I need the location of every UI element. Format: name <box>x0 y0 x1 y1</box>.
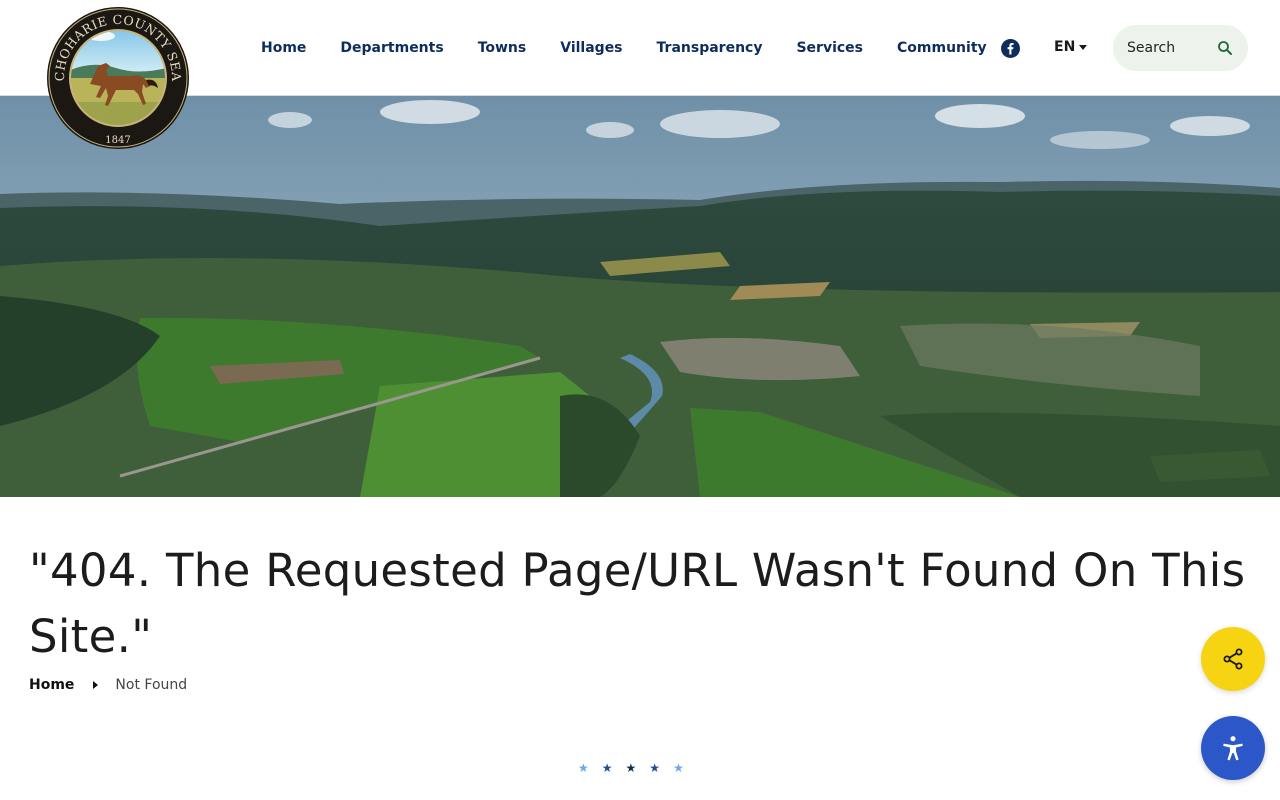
site-header: Home Departments Towns Villages Transpar… <box>0 0 1280 96</box>
search-field[interactable]: Search <box>1113 25 1248 71</box>
breadcrumb-current: Not Found <box>115 677 188 693</box>
caret-down-icon <box>1079 44 1088 50</box>
star-icon: ★ <box>578 761 589 775</box>
seal-year: 1847 <box>105 135 130 146</box>
nav-community[interactable]: Community <box>897 40 987 56</box>
page-title: "404. The Requested Page/URL Wasn't Foun… <box>29 544 1246 663</box>
share-icon <box>1223 648 1243 670</box>
star-icon: ★ <box>649 761 661 775</box>
star-icon: ★ <box>673 761 684 775</box>
search-icon[interactable] <box>1216 39 1234 57</box>
language-label: EN <box>1054 39 1076 55</box>
county-seal-logo[interactable]: SCHOHARIE COUNTY SEAL 1847 <box>46 6 190 150</box>
nav-departments[interactable]: Departments <box>340 40 443 56</box>
main-nav: Home Departments Towns Villages Transpar… <box>244 0 1004 96</box>
star-icon: ★ <box>601 761 613 775</box>
facebook-icon[interactable] <box>1001 39 1020 58</box>
breadcrumb-home-link[interactable]: Home <box>29 677 74 693</box>
nav-villages[interactable]: Villages <box>560 40 622 56</box>
nav-transparency[interactable]: Transparency <box>657 40 763 56</box>
nav-towns[interactable]: Towns <box>478 40 527 56</box>
hero-landscape-image <box>0 96 1280 497</box>
caret-right-icon <box>93 681 99 689</box>
nav-home[interactable]: Home <box>261 40 306 56</box>
breadcrumb: Home Not Found <box>29 677 187 693</box>
language-selector[interactable]: EN <box>1054 39 1088 55</box>
share-button[interactable] <box>1201 627 1265 691</box>
accessibility-icon <box>1223 736 1243 761</box>
decorative-stars: ★ ★ ★ ★ ★ <box>578 760 697 776</box>
search-label: Search <box>1127 40 1176 56</box>
nav-services[interactable]: Services <box>796 40 863 56</box>
accessibility-button[interactable] <box>1201 716 1265 780</box>
star-icon: ★ <box>625 761 637 775</box>
